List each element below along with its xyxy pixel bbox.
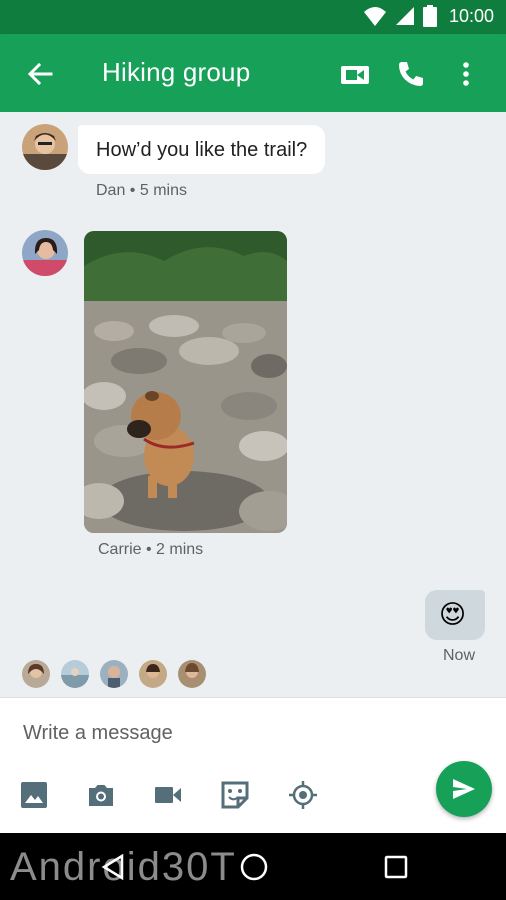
read-avatar [100,660,128,688]
conversation-title: Hiking group [102,57,251,87]
sticker-icon[interactable] [220,780,250,810]
read-receipts [22,660,206,688]
status-bar: 10:00 [0,0,506,34]
camera-icon[interactable] [86,780,116,810]
read-avatar [178,660,206,688]
read-avatar [22,660,50,688]
send-icon [453,779,475,799]
battery-icon [422,5,437,27]
wifi-icon [363,7,386,26]
message-bubble-outgoing[interactable]: 😍 [425,590,485,640]
watermark: Android30T [10,845,237,889]
read-avatar [139,660,167,688]
read-avatar [61,660,89,688]
phone-icon[interactable] [395,58,427,90]
emoji-heart-eyes: 😍 [439,600,467,630]
signal-icon [395,7,414,25]
message-input[interactable]: Write a message [23,722,173,745]
message-list[interactable]: How’d you like the trail? Dan • 5 mins C… [0,112,506,697]
avatar-dan[interactable] [22,124,68,170]
composer: Write a message [0,697,506,834]
message-bubble-dan[interactable]: How’d you like the trail? [78,125,326,174]
message-meta-carrie: Carrie • 2 mins [98,541,204,558]
nav-recents-icon[interactable] [380,851,412,883]
shared-photo-dog[interactable] [84,231,287,533]
avatar-carrie[interactable] [22,230,68,276]
video-icon[interactable] [153,780,183,810]
app-bar: Hiking group [0,34,506,112]
video-call-icon[interactable] [339,58,371,90]
status-time: 10:00 [448,5,494,26]
location-icon[interactable] [288,780,318,810]
message-meta-outgoing: Now [443,647,476,664]
message-meta-dan: Dan • 5 mins [96,182,187,199]
send-button[interactable] [436,761,492,817]
image-icon[interactable] [19,780,49,810]
nav-home-icon[interactable] [238,851,270,883]
more-vert-icon[interactable] [450,58,482,90]
back-arrow-icon[interactable] [24,58,56,90]
